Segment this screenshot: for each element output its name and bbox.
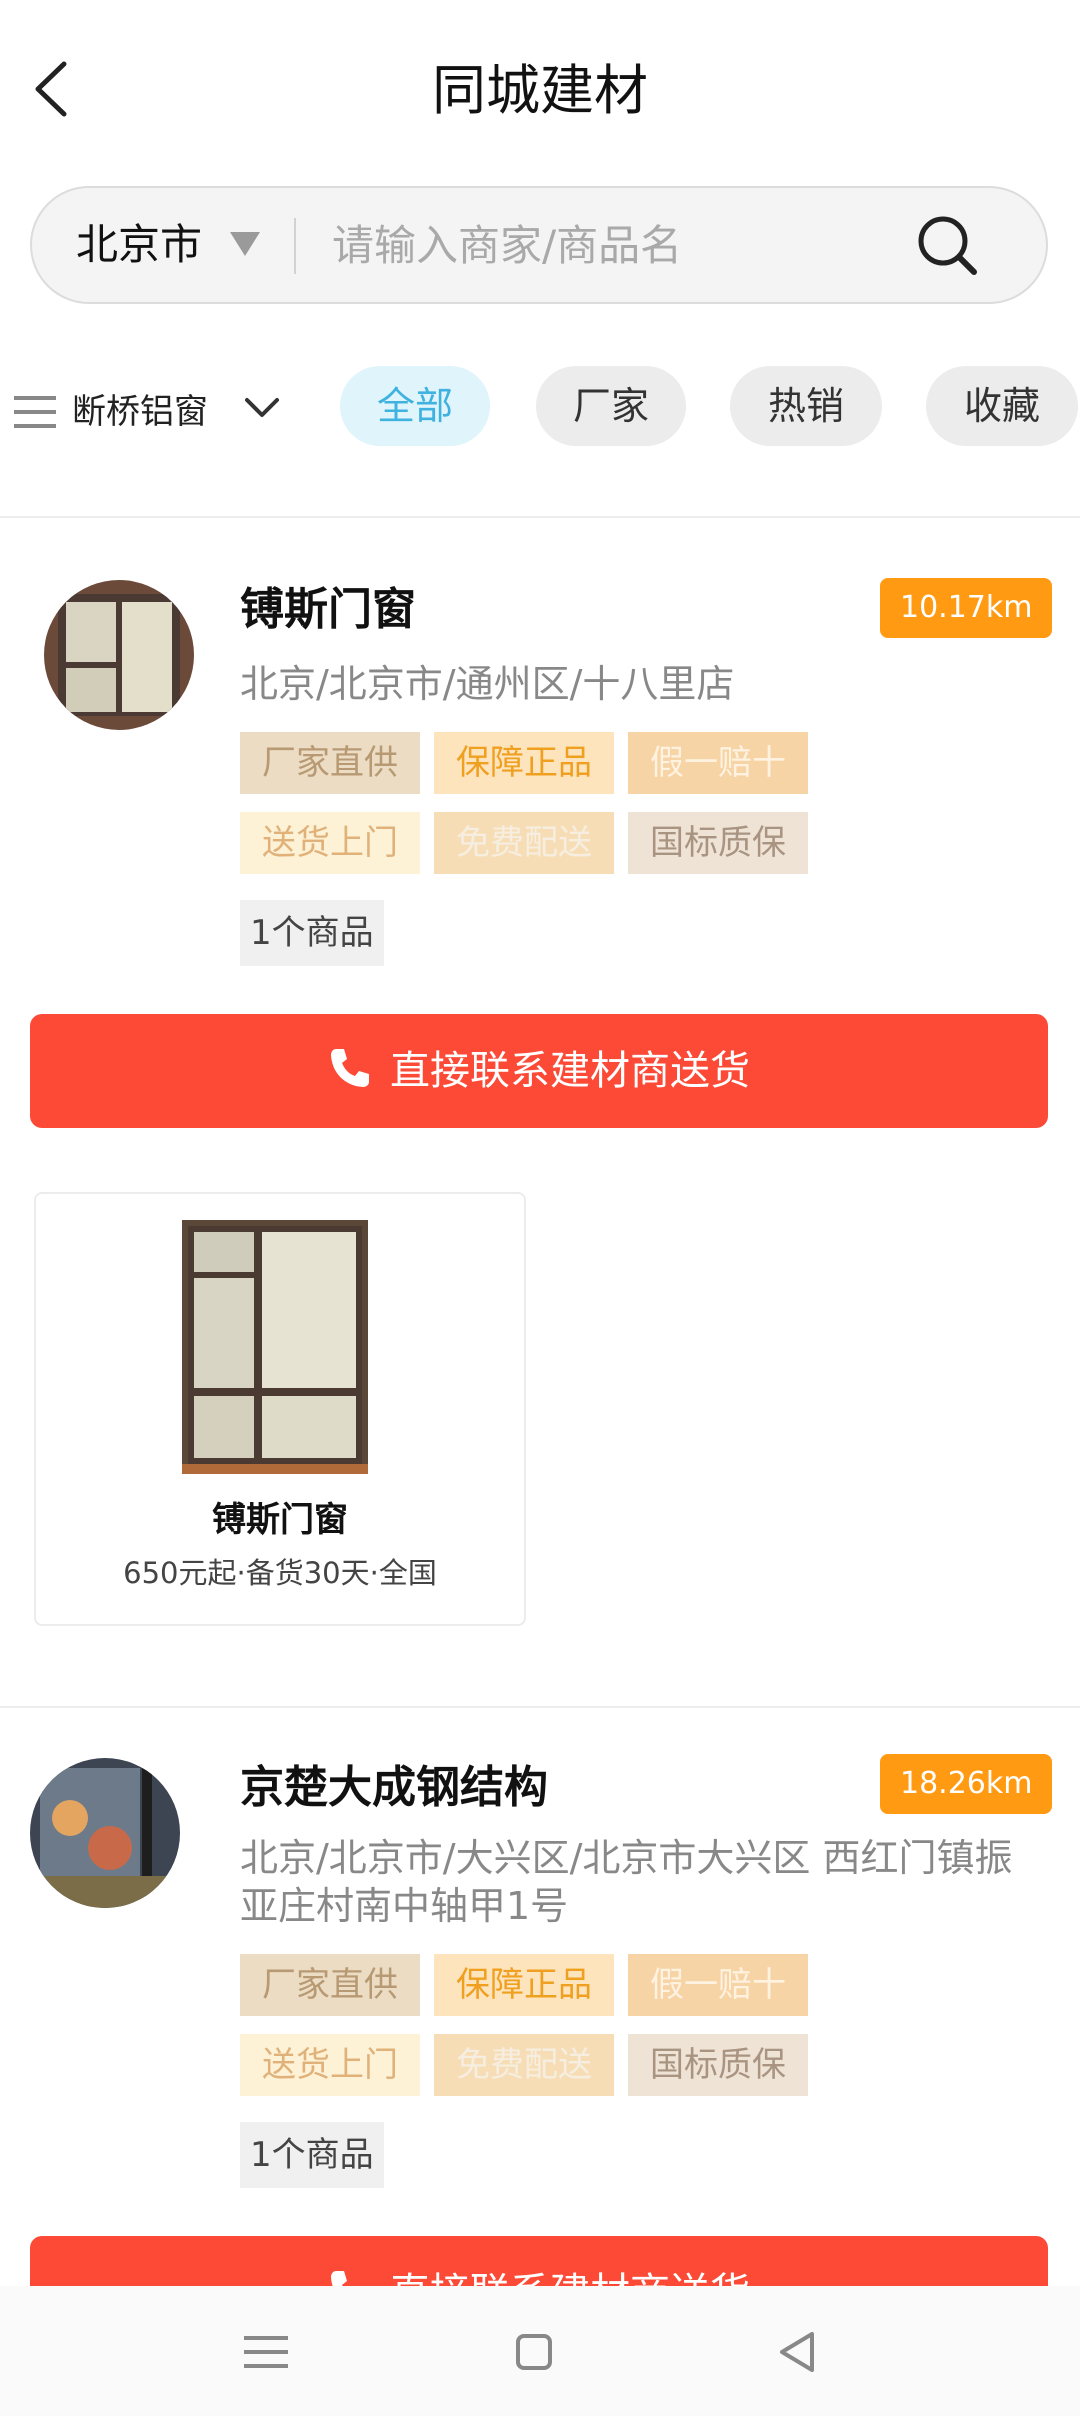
tag: 送货上门 xyxy=(240,812,420,874)
section-divider xyxy=(0,1706,1080,1708)
tag: 免费配送 xyxy=(434,2034,614,2096)
home-square-icon[interactable] xyxy=(504,2322,564,2382)
menu-icon[interactable] xyxy=(236,2322,296,2382)
store-name[interactable]: 镈斯门窗 xyxy=(240,580,416,640)
menu-lines-icon[interactable] xyxy=(14,394,56,430)
store-avatar[interactable] xyxy=(44,580,194,730)
chip-favorites[interactable]: 收藏 xyxy=(926,366,1078,446)
product-meta: 650元起·备货30天·全国 xyxy=(123,1556,437,1590)
caret-down-icon[interactable] xyxy=(230,232,260,256)
chip-all[interactable]: 全部 xyxy=(340,366,490,446)
phone-icon xyxy=(331,1049,369,1087)
tag: 免费配送 xyxy=(434,812,614,874)
search-bar: 北京市 xyxy=(30,186,1048,304)
back-triangle-icon[interactable] xyxy=(768,2322,828,2382)
tag: 送货上门 xyxy=(240,2034,420,2096)
city-selector[interactable]: 北京市 xyxy=(76,188,202,302)
contact-button-label: 直接联系建材商送货 xyxy=(390,1048,750,1094)
search-icon[interactable] xyxy=(914,212,980,278)
tag: 保障正品 xyxy=(434,732,614,794)
page-title: 同城建材 xyxy=(432,59,648,122)
chip-hot[interactable]: 热销 xyxy=(730,366,882,446)
contact-supplier-button[interactable]: 直接联系建材商送货 xyxy=(30,1014,1048,1128)
store-avatar[interactable] xyxy=(30,1758,180,1908)
tag: 国标质保 xyxy=(628,812,808,874)
store-address: 北京/北京市/通州区/十八里店 xyxy=(240,662,735,706)
search-divider xyxy=(294,218,296,274)
chip-factory[interactable]: 厂家 xyxy=(536,366,686,446)
product-image xyxy=(182,1220,368,1474)
tag: 假一赔十 xyxy=(628,732,808,794)
category-selector[interactable]: 断桥铝窗 xyxy=(72,386,208,438)
tag: 假一赔十 xyxy=(628,1954,808,2016)
store-address: 北京/北京市/大兴区/北京市大兴区 西红门镇振亚庄村南中轴甲1号 xyxy=(240,1836,1013,1928)
tag: 国标质保 xyxy=(628,2034,808,2096)
system-nav-bar xyxy=(0,2286,1080,2416)
product-count: 1个商品 xyxy=(240,2122,384,2188)
product-name: 镈斯门窗 xyxy=(212,1500,348,1540)
product-count: 1个商品 xyxy=(240,900,384,966)
distance-badge: 10.17km xyxy=(880,578,1053,638)
search-input[interactable] xyxy=(332,188,892,302)
tag: 厂家直供 xyxy=(240,732,420,794)
store-name[interactable]: 京楚大成钢结构 xyxy=(240,1758,548,1818)
distance-badge: 18.26km xyxy=(880,1754,1053,1814)
chevron-down-icon[interactable] xyxy=(244,396,280,420)
tag: 保障正品 xyxy=(434,1954,614,2016)
section-divider xyxy=(0,516,1080,518)
tag: 厂家直供 xyxy=(240,1954,420,2016)
product-card[interactable]: 镈斯门窗 650元起·备货30天·全国 xyxy=(34,1192,526,1626)
